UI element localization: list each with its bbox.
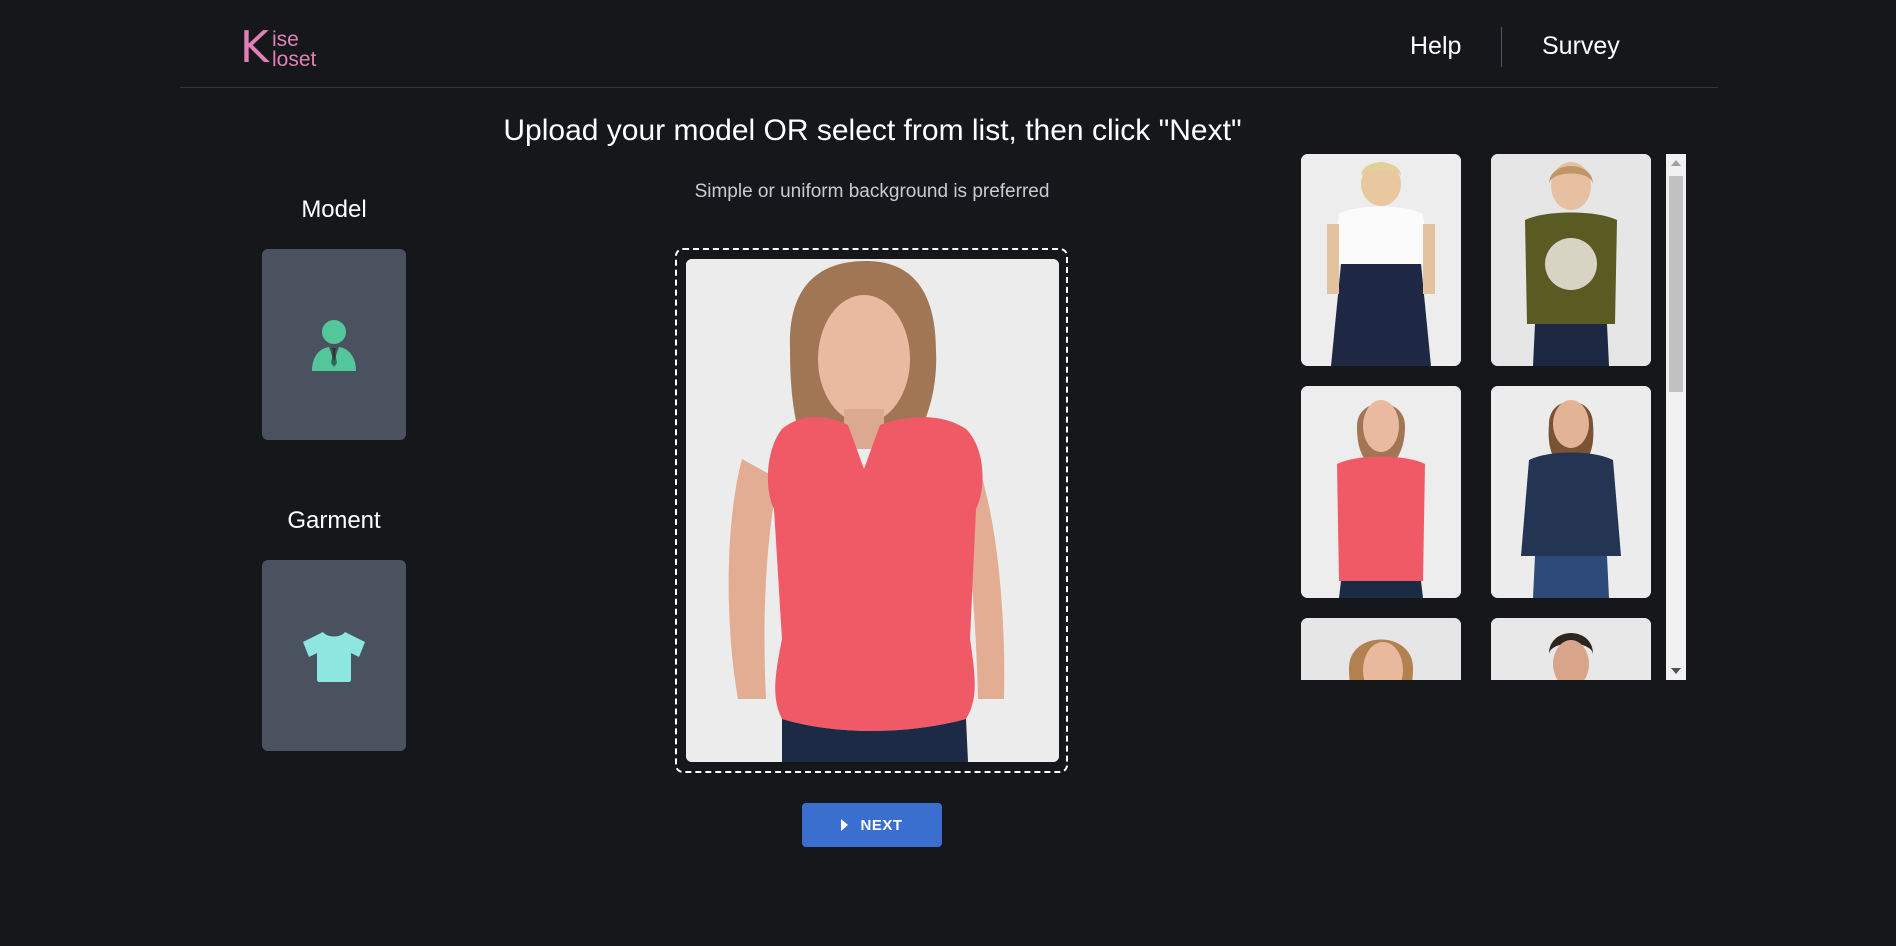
gallery-item[interactable] (1491, 386, 1651, 598)
nav-help-link[interactable]: Help (1410, 32, 1461, 61)
model-gallery[interactable] (1301, 154, 1701, 680)
page: K ise loset Help Survey Model Garment Up… (0, 0, 1896, 946)
garment-label: Garment (287, 507, 381, 534)
nav-survey-link[interactable]: Survey (1542, 32, 1620, 61)
next-button[interactable]: NEXT (802, 803, 942, 847)
model-label: Model (301, 196, 367, 223)
gallery-item[interactable] (1491, 154, 1651, 366)
page-subtitle: Simple or uniform background is preferre… (694, 181, 1050, 202)
next-button-label: NEXT (860, 816, 903, 834)
model-upload-card[interactable] (262, 249, 406, 440)
gallery-scrollbar[interactable] (1666, 154, 1686, 680)
scroll-up-arrow-icon[interactable] (1666, 154, 1686, 172)
logo[interactable]: K ise loset (240, 26, 330, 72)
logo-letter-k: K (240, 22, 269, 73)
nav-divider (1501, 27, 1502, 67)
scrollbar-thumb[interactable] (1669, 176, 1683, 392)
selected-model-preview (686, 259, 1059, 762)
gallery-item[interactable] (1491, 618, 1651, 680)
page-title: Upload your model OR select from list, t… (503, 114, 1242, 147)
tshirt-icon (303, 631, 365, 682)
person-icon (312, 319, 356, 371)
upload-dropzone[interactable] (675, 248, 1068, 773)
gallery-item[interactable] (1301, 386, 1461, 598)
logo-text-line2: loset (272, 48, 317, 71)
garment-upload-card[interactable] (262, 560, 406, 751)
play-icon (841, 819, 849, 831)
gallery-item[interactable] (1301, 618, 1461, 680)
header: K ise loset Help Survey (180, 0, 1718, 88)
scroll-down-arrow-icon[interactable] (1666, 662, 1686, 680)
gallery-item[interactable] (1301, 154, 1461, 366)
